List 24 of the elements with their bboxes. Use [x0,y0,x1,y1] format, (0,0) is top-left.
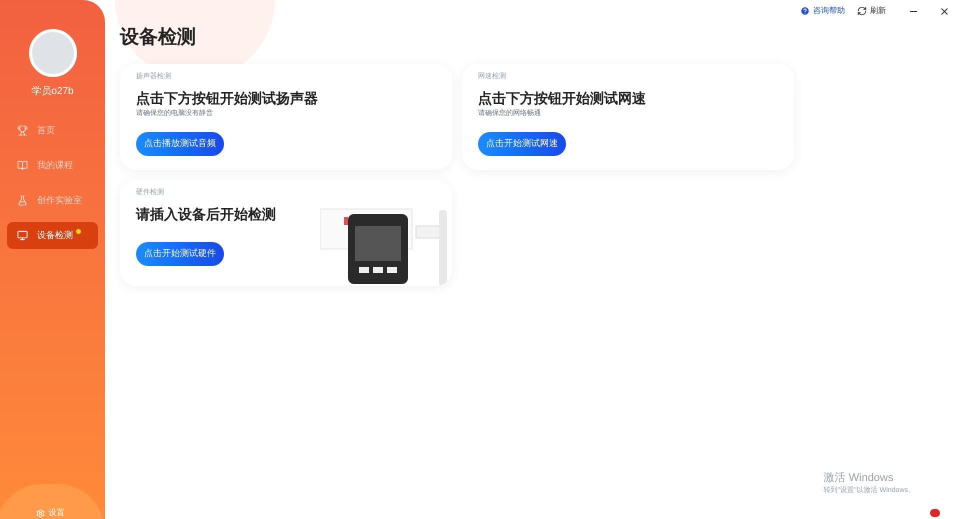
nav-icon [17,125,28,136]
help-link[interactable]: 咨询帮助 [813,5,845,17]
nav-label: 我的课程 [37,158,73,172]
nav-item[interactable]: 设备检测 [7,222,98,249]
card-heading: 点击下方按钮开始测试扬声器 [136,89,319,107]
refresh-icon[interactable] [857,6,867,16]
nav-icon [17,195,28,206]
card-heading: 请插入设备后开始检测 [136,205,277,223]
user-name: 学员o27b [31,85,74,99]
nav-icon [17,160,28,171]
start-test-button[interactable]: 点击播放测试音频 [136,132,224,156]
nav-label: 创作实验室 [37,194,82,207]
help-icon[interactable] [800,6,810,16]
refresh-link[interactable]: 刷新 [870,5,886,17]
nav-icon [17,230,28,241]
nav-label: 设备检测 [37,228,73,242]
avatar [28,29,76,77]
close-icon[interactable] [939,6,950,16]
page-title: 设备检测 [120,26,197,50]
start-test-button[interactable]: 点击开始测试硬件 [136,242,224,266]
card-heading: 点击下方按钮开始测试网速 [478,89,647,107]
start-test-button[interactable]: 点击开始测试网速 [478,132,566,156]
nav-label: 首页 [37,124,55,137]
activation-title: 激活 Windows [824,472,894,485]
